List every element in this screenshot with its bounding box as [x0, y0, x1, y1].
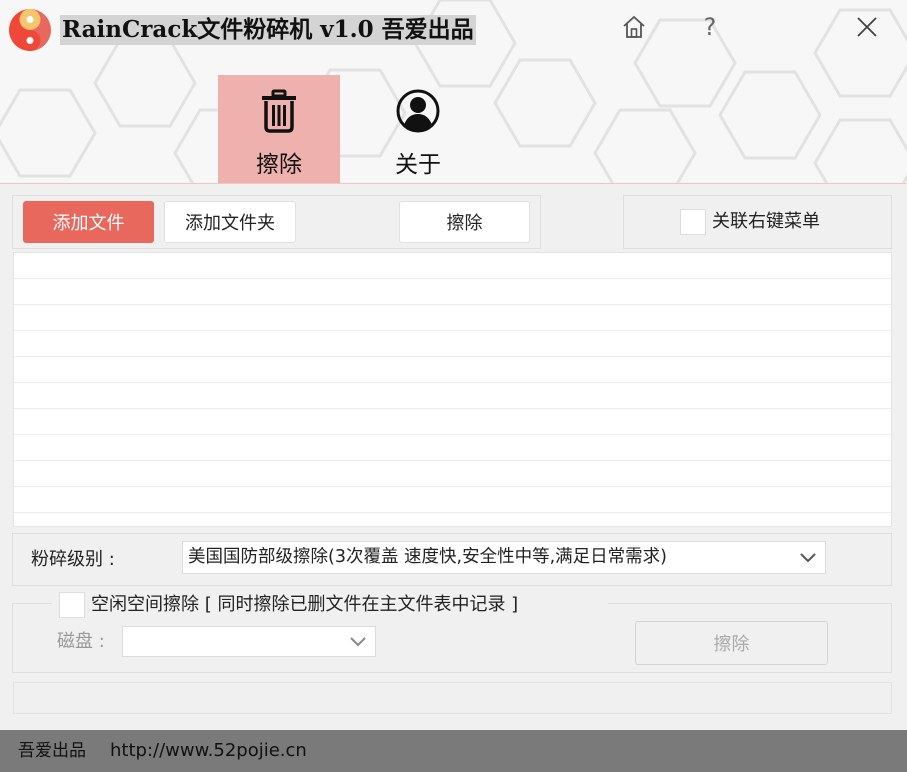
table-row[interactable] — [14, 461, 891, 487]
app-title: RainCrack文件粉碎机 v1.0 吾爱出品 — [60, 15, 476, 45]
home-icon — [623, 15, 645, 38]
user-circle-icon — [396, 89, 440, 133]
header: RainCrack文件粉碎机 v1.0 吾爱出品 ? 擦除 关于 — [0, 0, 907, 184]
table-row[interactable] — [14, 487, 891, 513]
footer-brand: 吾爱出品 — [18, 741, 86, 761]
tab-about[interactable]: 关于 — [357, 75, 479, 183]
shred-level-label: 粉碎级别 : — [31, 549, 115, 570]
table-row[interactable] — [14, 435, 891, 461]
context-menu-checkbox[interactable] — [680, 209, 706, 235]
free-space-label: 空闲空间擦除 [ 同时擦除已删文件在主文件表中记录 ] — [91, 594, 519, 615]
close-button[interactable] — [849, 10, 885, 44]
table-row[interactable] — [14, 331, 891, 357]
tab-about-label: 关于 — [395, 152, 441, 178]
table-row[interactable] — [14, 383, 891, 409]
table-row[interactable] — [14, 357, 891, 383]
table-row[interactable] — [14, 253, 891, 279]
help-button[interactable]: ? — [692, 10, 728, 44]
table-row[interactable] — [14, 279, 891, 305]
erase-button[interactable]: 擦除 — [399, 201, 530, 243]
free-space-checkbox[interactable] — [59, 592, 85, 618]
free-space-erase-button[interactable]: 擦除 — [635, 621, 828, 665]
tab-erase[interactable]: 擦除 — [218, 75, 340, 183]
shred-level-value: 美国国防部级擦除(3次覆盖 速度快,安全性中等,满足日常需求) — [188, 547, 667, 567]
footer: 吾爱出品 http://www.52pojie.cn — [0, 730, 907, 772]
footer-url-link[interactable]: http://www.52pojie.cn — [110, 730, 307, 772]
help-icon: ? — [703, 13, 717, 41]
add-file-button[interactable]: 添加文件 — [23, 201, 154, 243]
chevron-down-icon — [800, 553, 816, 563]
close-icon — [857, 17, 877, 37]
yin-yang-logo-icon — [9, 9, 51, 51]
file-list[interactable] — [13, 252, 892, 527]
table-row[interactable] — [14, 409, 891, 435]
add-folder-button[interactable]: 添加文件夹 — [164, 201, 296, 243]
disk-select[interactable] — [122, 626, 376, 657]
table-row[interactable] — [14, 305, 891, 331]
disk-label: 磁盘 : — [57, 631, 105, 652]
home-button[interactable] — [616, 10, 652, 44]
shred-level-select[interactable]: 美国国防部级擦除(3次覆盖 速度快,安全性中等,满足日常需求) — [182, 541, 826, 574]
tab-erase-label: 擦除 — [256, 152, 302, 178]
trash-icon — [262, 89, 296, 133]
context-menu-label: 关联右键菜单 — [712, 211, 820, 232]
status-bar — [13, 682, 892, 714]
chevron-down-icon — [350, 637, 366, 647]
